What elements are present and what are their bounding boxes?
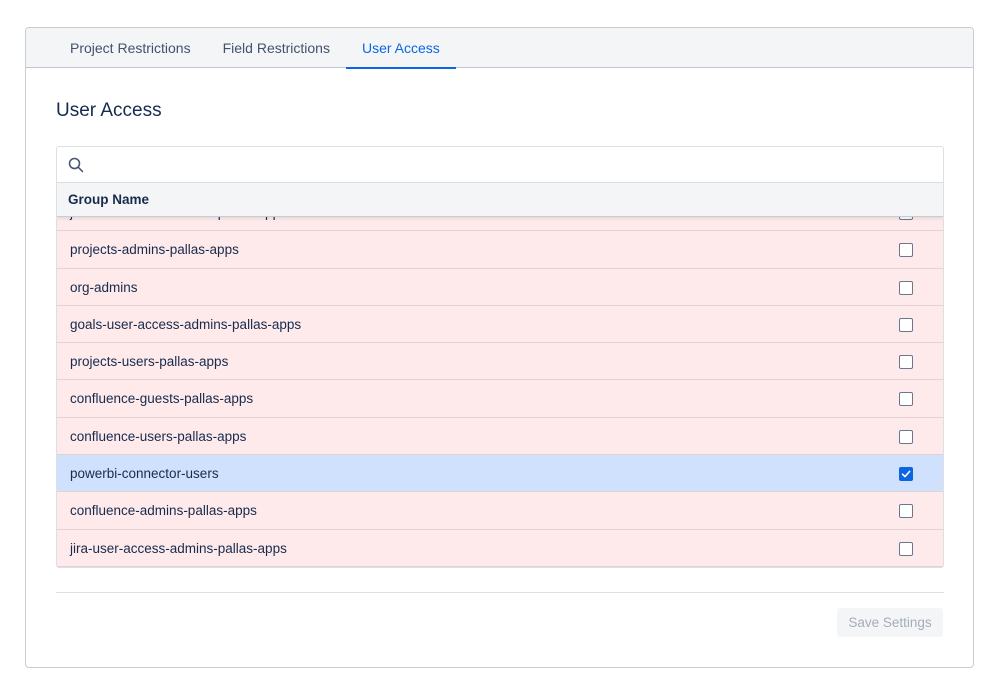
group-name-label: projects-users-pallas-apps (70, 354, 229, 370)
table-row[interactable]: confluence-admins-pallas-apps (57, 492, 943, 530)
group-checkbox[interactable] (899, 392, 913, 407)
group-name-label: confluence-guests-pallas-apps (70, 391, 254, 407)
table-row[interactable]: projects-users-pallas-apps (57, 343, 943, 381)
column-header-group-name: Group Name (68, 192, 150, 207)
group-checkbox[interactable] (899, 217, 913, 220)
table-row[interactable]: jira-user-access-admins-pallas-apps (57, 217, 943, 232)
group-checkbox[interactable] (899, 429, 913, 444)
group-name-label: confluence-users-pallas-apps (70, 428, 247, 444)
table-row[interactable]: powerbi-connector-users (57, 455, 943, 493)
search-bar (57, 147, 943, 183)
table-row[interactable]: jira-user-access-admins-pallas-apps (57, 529, 943, 567)
page-title: User Access (56, 100, 162, 121)
settings-panel: Project Restrictions Field Restrictions … (25, 27, 974, 668)
group-checkbox[interactable] (899, 243, 913, 258)
table-row[interactable]: org-admins (57, 268, 943, 306)
table-row[interactable]: confluence-users-pallas-apps (57, 417, 943, 456)
divider (56, 592, 944, 593)
group-name-label: jira-user-access-admins-pallas-apps (70, 540, 287, 556)
table-row[interactable]: confluence-guests-pallas-apps (57, 380, 943, 418)
group-checkbox[interactable] (899, 541, 913, 556)
group-name-label: projects-admins-pallas-apps (70, 242, 239, 258)
tab-project-restrictions[interactable]: Project Restrictions (54, 28, 207, 68)
group-name-label: jira-user-access-admins-pallas-apps (70, 217, 287, 220)
tab-field-restrictions[interactable]: Field Restrictions (207, 28, 346, 68)
tab-user-access[interactable]: User Access (345, 28, 456, 69)
table-body[interactable]: jira-user-access-admins-pallas-apps proje… (57, 217, 943, 567)
group-checkbox[interactable] (899, 280, 913, 295)
table-row[interactable]: projects-admins-pallas-apps (57, 231, 943, 269)
search-icon (68, 157, 84, 173)
group-table: Group Name jira-user-access-admins-palla… (56, 146, 944, 568)
group-checkbox[interactable] (899, 504, 913, 519)
group-name-label: powerbi-connector-users (70, 466, 219, 482)
group-name-label: org-admins (70, 279, 138, 295)
group-checkbox[interactable] (899, 317, 913, 332)
group-checkbox[interactable] (899, 467, 913, 482)
tab-bar: Project Restrictions Field Restrictions … (26, 28, 973, 69)
table-header: Group Name (57, 183, 943, 217)
table-row[interactable]: goals-user-access-admins-pallas-apps (57, 305, 943, 344)
save-settings-button[interactable]: Save Settings (837, 608, 943, 637)
group-name-label: confluence-admins-pallas-apps (70, 503, 257, 519)
search-input[interactable] (93, 147, 943, 182)
group-name-label: goals-user-access-admins-pallas-apps (70, 316, 302, 332)
group-checkbox[interactable] (899, 355, 913, 370)
